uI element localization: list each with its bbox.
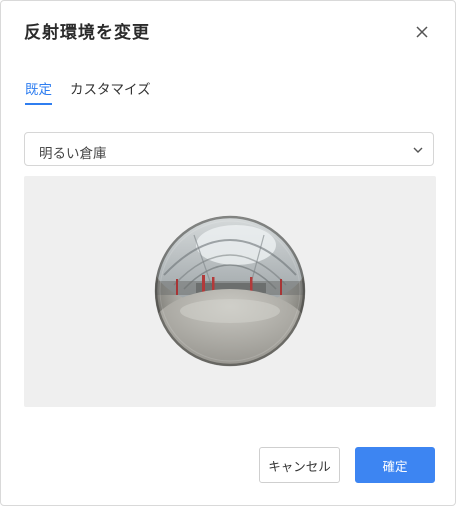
- tab-bar: 既定 カスタマイズ: [25, 78, 151, 105]
- chevron-down-icon: [413, 147, 423, 153]
- close-icon[interactable]: [411, 21, 433, 43]
- confirm-button[interactable]: 確定: [355, 447, 435, 483]
- tab-customize[interactable]: カスタマイズ: [70, 78, 151, 105]
- environment-select-value: 明るい倉庫: [39, 146, 107, 162]
- tab-default[interactable]: 既定: [25, 78, 52, 105]
- environment-preview: [24, 176, 436, 407]
- environment-select[interactable]: 明るい倉庫: [24, 132, 434, 166]
- dialog-title: 反射環境を変更: [24, 23, 150, 43]
- change-reflection-environment-dialog: 反射環境を変更 既定 カスタマイズ 明るい倉庫 キャンセル 確定: [0, 0, 456, 506]
- cancel-button[interactable]: キャンセル: [259, 447, 340, 483]
- chrome-sphere-preview: [154, 215, 306, 367]
